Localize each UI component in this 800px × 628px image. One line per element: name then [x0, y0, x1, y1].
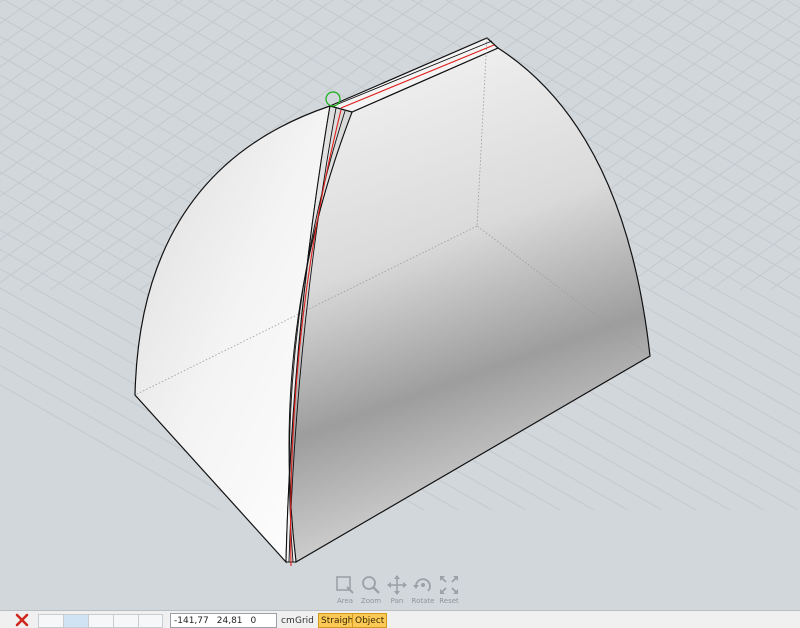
segment-5[interactable]	[138, 614, 163, 628]
pan-arrows-icon	[387, 575, 407, 595]
grid-line	[688, 0, 800, 510]
grid-line	[756, 0, 800, 510]
segment-selector	[38, 614, 163, 628]
coord-x: -141,77	[174, 615, 209, 626]
rotate-icon	[413, 578, 431, 592]
magnifier-icon	[362, 576, 380, 594]
close-x-icon[interactable]	[14, 612, 30, 628]
coordinate-input[interactable]: -141,77 24,81 0	[170, 613, 277, 628]
zoom-tool[interactable]: Zoom	[358, 574, 384, 610]
status-bar: -141,77 24,81 0 cm Grid Straight Object	[0, 610, 800, 628]
rotate-tool[interactable]: Rotate	[410, 574, 436, 610]
grid-line	[769, 267, 800, 291]
pan-tool[interactable]: Pan	[384, 574, 410, 610]
view-navigation-tools: Area Zoom Pan Rotate Reset	[332, 574, 462, 610]
segment-2[interactable]	[63, 614, 88, 628]
snap-point-marker[interactable]	[325, 91, 341, 107]
3d-viewport[interactable]	[0, 0, 800, 610]
pan-tool-label: Pan	[390, 597, 404, 605]
area-zoom-icon	[336, 576, 354, 594]
rotate-tool-label: Rotate	[411, 597, 435, 605]
segment-3[interactable]	[88, 614, 113, 628]
reset-view-icon	[440, 576, 458, 594]
segment-1[interactable]	[38, 614, 63, 628]
area-zoom-tool[interactable]: Area	[332, 574, 358, 610]
zoom-tool-label: Zoom	[360, 597, 382, 605]
coord-z: 0	[250, 615, 257, 626]
segment-4[interactable]	[113, 614, 138, 628]
grid-line	[709, 224, 800, 291]
area-tool-label: Area	[336, 597, 354, 605]
unit-label: cm	[281, 616, 295, 626]
object-snap-toggle[interactable]: Object	[352, 613, 388, 628]
reset-tool-label: Reset	[439, 597, 459, 605]
reset-tool[interactable]: Reset	[436, 574, 462, 610]
grid-toggle[interactable]: Grid	[295, 615, 314, 627]
coord-y: 24,81	[216, 615, 243, 626]
